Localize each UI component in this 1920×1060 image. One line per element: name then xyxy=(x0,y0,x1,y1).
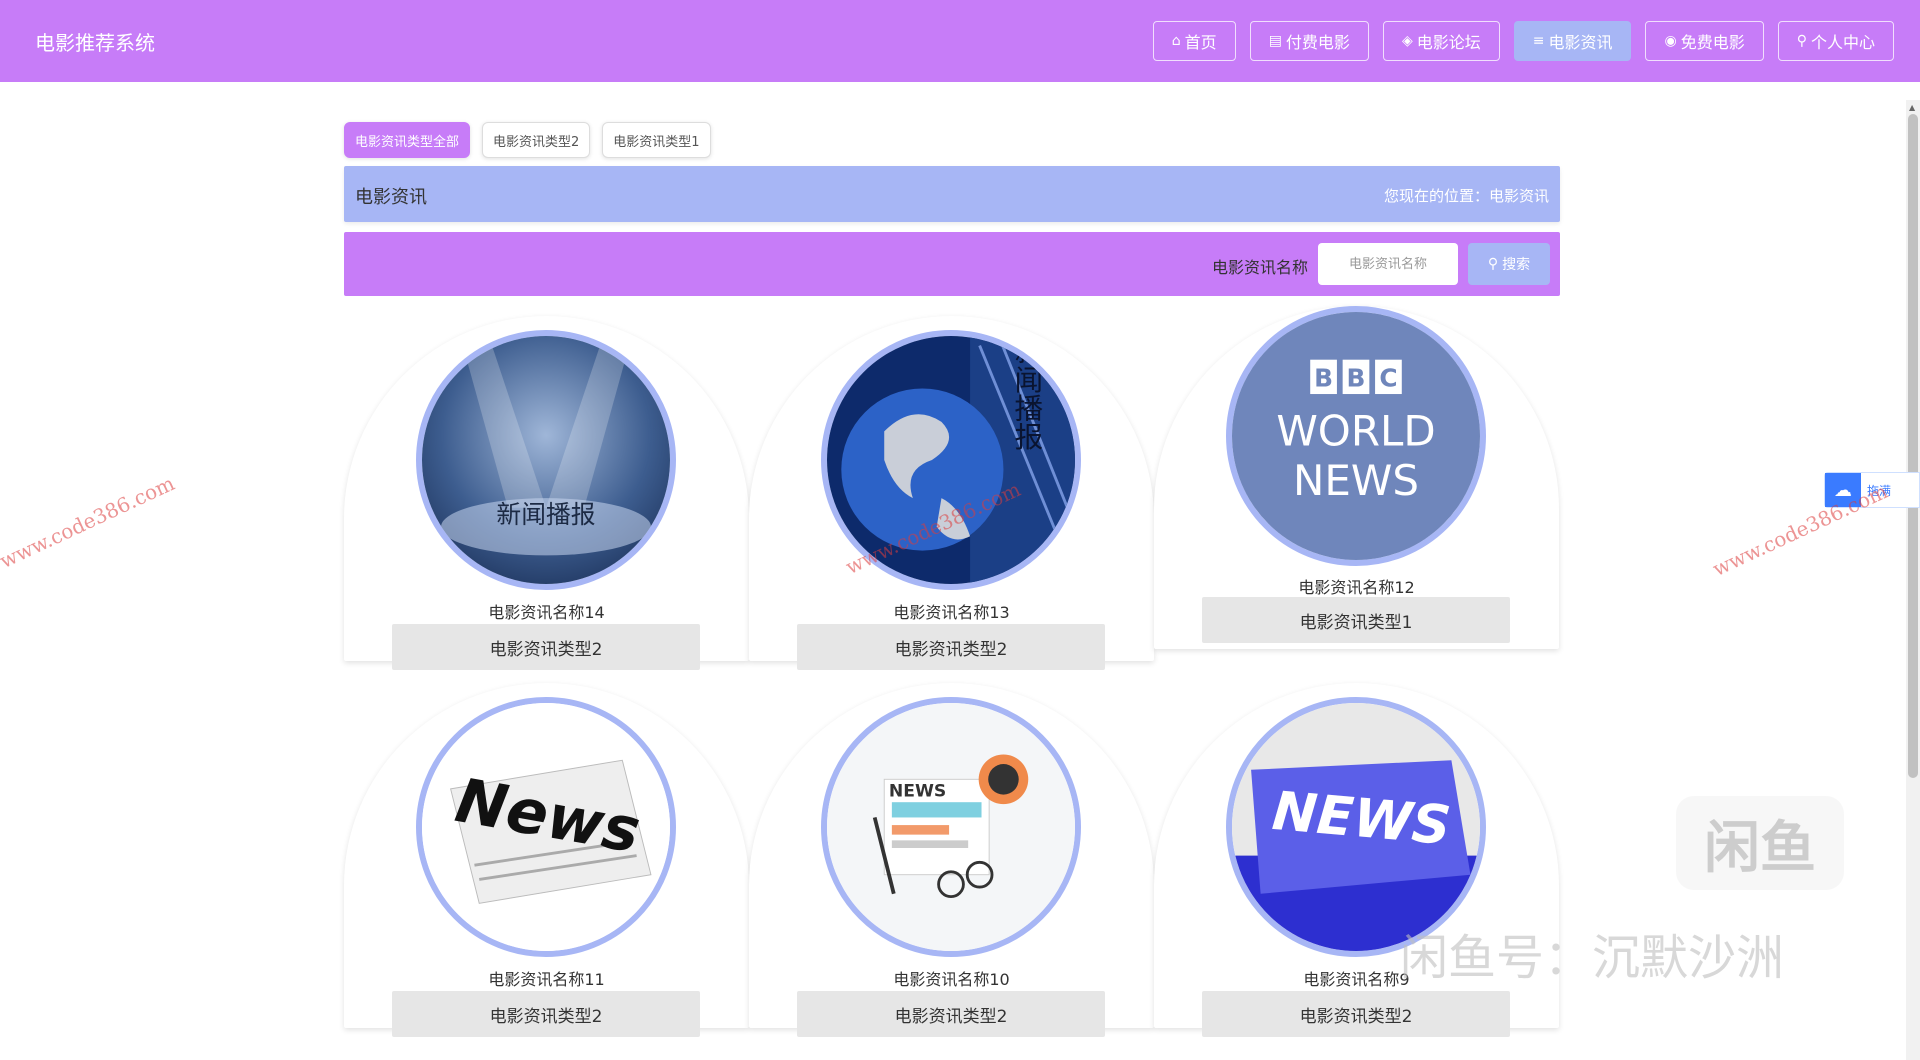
site-title[interactable]: 电影推荐系统 xyxy=(35,27,155,56)
svg-text:B: B xyxy=(1314,363,1333,392)
xianyu-logo-watermark: 闲鱼 xyxy=(1676,796,1844,890)
news-name: 电影资讯名称11 xyxy=(488,970,605,989)
news-name: 电影资讯名称10 xyxy=(893,970,1010,989)
news-card[interactable]: NEWS 电影资讯名称10 电影资讯类型2 xyxy=(749,683,1154,1037)
news-card[interactable]: 新闻播报 电影资讯名称13 电影资讯类型2 xyxy=(749,316,1154,670)
nav-news-button[interactable]: ≡ 电影资讯 xyxy=(1513,21,1632,61)
news-card[interactable]: 新闻播报 电影资讯名称14 电影资讯类型2 xyxy=(344,316,749,670)
image-caption: 新闻播报 xyxy=(496,500,595,529)
main-nav: ⌂ 首页 ▤ 付费电影 ◈ 电影论坛 ≡ 电影资讯 ◉ 免费电影 ⚲ 个人中心 xyxy=(1152,21,1894,61)
search-button[interactable]: ⚲ 搜索 xyxy=(1468,243,1550,285)
nav-free-movies-button[interactable]: ◉ 免费电影 xyxy=(1645,21,1764,61)
nav-label: 电影资讯 xyxy=(1548,33,1613,52)
news-card[interactable]: B B C WORLD NEWS 电影资讯名称12 电影资讯类型1 xyxy=(1154,306,1559,649)
news-name: 电影资讯名称14 xyxy=(488,603,605,622)
news-type: 电影资讯类型2 xyxy=(1202,991,1510,1037)
scrollbar-thumb[interactable] xyxy=(1908,114,1918,778)
news-type: 电影资讯类型1 xyxy=(1202,597,1510,643)
nav-label: 个人中心 xyxy=(1810,33,1875,52)
breadcrumb-position: 您现在的位置：电影资讯 xyxy=(1383,187,1549,205)
nav-paid-movies-button[interactable]: ▤ 付费电影 xyxy=(1249,21,1369,61)
nav-label: 免费电影 xyxy=(1680,33,1745,52)
tab-all-types[interactable]: 电影资讯类型全部 xyxy=(344,122,471,158)
news-thumbnail[interactable]: NEWS xyxy=(821,697,1081,957)
graduation-cap-icon: ◈ xyxy=(1401,33,1413,49)
nav-label: 付费电影 xyxy=(1285,33,1350,52)
news-type: 电影资讯类型2 xyxy=(797,991,1105,1037)
tab-type-1[interactable]: 电影资讯类型1 xyxy=(602,122,711,158)
news-thumbnail[interactable]: News xyxy=(416,697,676,957)
search-label: 电影资讯名称 xyxy=(1211,258,1308,277)
svg-text:WORLD: WORLD xyxy=(1276,407,1435,456)
bbc-world-news-image: B B C WORLD NEWS xyxy=(1232,312,1480,560)
news-type: 电影资讯类型2 xyxy=(797,624,1105,670)
search-bar: 电影资讯名称 ⚲ 搜索 xyxy=(344,232,1560,296)
tab-type-2[interactable]: 电影资讯类型2 xyxy=(482,122,591,158)
nav-label: 首页 xyxy=(1184,33,1217,52)
search-input[interactable] xyxy=(1318,243,1458,285)
news-thumbnail[interactable]: B B C WORLD NEWS xyxy=(1226,306,1486,566)
site-watermark: www.code386.com xyxy=(0,470,179,574)
home-icon: ⌂ xyxy=(1171,33,1181,49)
news-type: 电影资讯类型2 xyxy=(392,624,700,670)
news-key-image: NEWS xyxy=(1232,703,1480,951)
nav-forum-button[interactable]: ◈ 电影论坛 xyxy=(1382,21,1500,61)
news-name: 电影资讯名称13 xyxy=(893,603,1010,622)
news-name: 电影资讯名称12 xyxy=(1298,578,1415,597)
newspaper-image: News xyxy=(422,703,670,951)
category-tabs: 电影资讯类型全部 电影资讯类型2 电影资讯类型1 xyxy=(344,122,711,158)
image-caption: 新闻播报 xyxy=(1010,336,1044,450)
svg-text:NEWS: NEWS xyxy=(1293,456,1419,505)
page-scrollbar[interactable]: ▲ xyxy=(1906,100,1920,1060)
globe-icon: ◉ xyxy=(1664,33,1677,49)
nav-profile-button[interactable]: ⚲ 个人中心 xyxy=(1777,21,1894,61)
site-watermark: www.code386.com xyxy=(1708,478,1892,582)
nav-home-button[interactable]: ⌂ 首页 xyxy=(1152,21,1236,61)
scroll-up-arrow-icon[interactable]: ▲ xyxy=(1909,103,1915,112)
search-button-label: 搜索 xyxy=(1502,257,1531,273)
svg-text:B: B xyxy=(1347,363,1366,392)
news-type: 电影资讯类型2 xyxy=(392,991,700,1037)
stage-spotlight-image: 新闻播报 xyxy=(422,336,670,584)
news-thumbnail[interactable]: 新闻播报 xyxy=(416,330,676,590)
top-navbar: 电影推荐系统 ⌂ 首页 ▤ 付费电影 ◈ 电影论坛 ≡ 电影资讯 ◉ 免费电影 … xyxy=(0,0,1920,82)
page-title: 电影资讯 xyxy=(355,187,427,208)
image-caption: NEWS xyxy=(889,781,946,801)
breadcrumb: 电影资讯 您现在的位置：电影资讯 xyxy=(344,166,1560,222)
list-icon: ≡ xyxy=(1532,33,1545,49)
nav-label: 电影论坛 xyxy=(1416,33,1481,52)
document-icon: ▤ xyxy=(1268,33,1282,49)
news-flat-illustration-image: NEWS xyxy=(827,703,1075,951)
xianyu-text-watermark: 闲鱼号：沉默沙洲 xyxy=(1400,930,1785,986)
search-icon: ⚲ xyxy=(1487,256,1499,272)
user-icon: ⚲ xyxy=(1796,33,1807,49)
svg-text:C: C xyxy=(1379,363,1397,392)
news-card[interactable]: News 电影资讯名称11 电影资讯类型2 xyxy=(344,683,749,1037)
